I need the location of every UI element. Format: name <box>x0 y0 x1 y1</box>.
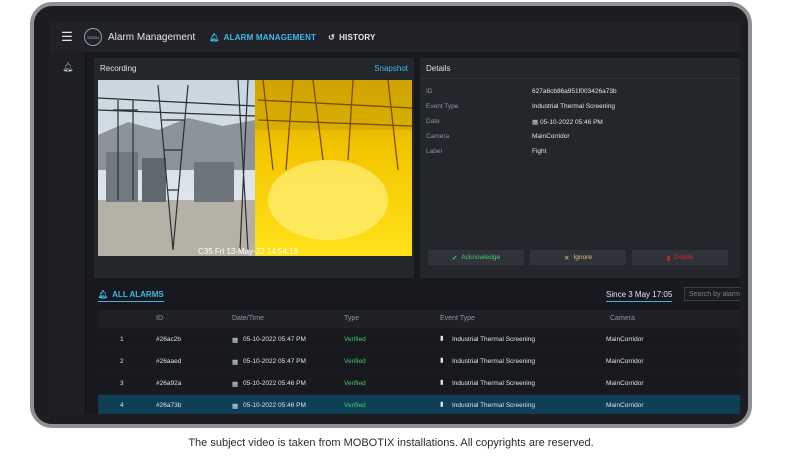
row-camera: MainCorridor <box>606 380 644 387</box>
substation-video-image: C35 Fri 13-May-22 14:54:18 <box>98 80 412 256</box>
detail-value-label: Fight <box>532 148 547 155</box>
recording-panel: Recording Snapshot C35 Fri 13-May-22 14:… <box>94 58 414 278</box>
ignore-label: Ignore <box>573 254 592 261</box>
detail-label-id: ID <box>426 88 433 95</box>
detail-date-text: 05-10-2022 05:46 PM <box>539 119 603 126</box>
all-alarms-tab[interactable]: 🔔︎ ALL ALARMS <box>98 290 164 302</box>
since-filter[interactable]: Since 3 May 17:05 <box>606 290 673 302</box>
row-type: Verified <box>344 358 366 365</box>
all-alarms-label: ALL ALARMS <box>112 290 164 299</box>
detail-value-date: ▦ 05-10-2022 05:46 PM <box>532 118 603 126</box>
table-row-selected[interactable]: 4 #26a73b ▦ 05-10-2022 05:46 PM Verified… <box>98 394 740 414</box>
top-bar: ☰ SOGU Alarm Management 🔔︎ ALARM MANAGEM… <box>50 22 740 52</box>
col-type: Type <box>344 315 360 322</box>
details-title: Details <box>426 64 451 73</box>
detail-label-event-type: Event Type <box>426 103 459 110</box>
fire-icon: ▮ <box>440 401 444 408</box>
col-id: ID <box>156 315 163 322</box>
alarms-header: 🔔︎ ALL ALARMS Since 3 May 17:05 <box>98 286 740 308</box>
video-feed[interactable]: C35 Fri 13-May-22 14:54:18 <box>98 80 412 256</box>
row-event: Industrial Thermal Screening <box>452 402 535 409</box>
calendar-icon: ▦ <box>232 403 239 410</box>
row-camera: MainCorridor <box>606 336 644 343</box>
row-type: Verified <box>344 336 366 343</box>
row-number: 3 <box>120 380 124 387</box>
row-id: #26aaed <box>156 358 182 365</box>
check-icon: ✔ <box>451 254 458 262</box>
nav-history-label: HISTORY <box>339 32 376 42</box>
fire-icon: ▮ <box>440 335 444 342</box>
recording-title: Recording <box>100 64 137 73</box>
app-screen: ☰ SOGU Alarm Management 🔔︎ ALARM MANAGEM… <box>50 22 740 414</box>
row-camera: MainCorridor <box>606 358 644 365</box>
detail-value-id: 627a6cb86a951f003426a73b <box>532 88 617 95</box>
tablet-frame: ☰ SOGU Alarm Management 🔔︎ ALARM MANAGEM… <box>30 2 752 428</box>
logo-text: SOGU <box>87 34 99 40</box>
detail-label-date: Date <box>426 118 440 125</box>
menu-icon[interactable]: ☰ <box>50 29 84 45</box>
row-event: Industrial Thermal Screening <box>452 336 535 343</box>
row-date: 05-10-2022 05:46 PM <box>243 402 306 409</box>
table-row[interactable]: 3 #26a92a ▦ 05-10-2022 05:46 PM Verified… <box>98 372 740 394</box>
trash-icon: ▮ <box>666 254 671 262</box>
detail-label-label: Label <box>426 148 442 155</box>
delete-label: Delete <box>674 254 694 261</box>
acknowledge-label: Acknowledge <box>461 254 501 261</box>
delete-button[interactable]: ▮ Delete <box>632 250 728 265</box>
x-icon: ✕ <box>564 254 570 262</box>
snapshot-link[interactable]: Snapshot <box>374 64 408 73</box>
copyright-caption: The subject video is taken from MOBOTIX … <box>188 437 594 449</box>
logo: SOGU <box>84 28 102 46</box>
alarms-bell-icon: 🔔︎ <box>98 290 109 299</box>
table-header: ID Date/Time Type Event Type Camera <box>98 310 740 328</box>
calendar-icon: ▦ <box>232 381 239 388</box>
app-title: Alarm Management <box>108 31 196 43</box>
calendar-icon: ▦ <box>232 337 239 344</box>
table-row[interactable]: 1 #26ac2b ▦ 05-10-2022 05:47 PM Verified… <box>98 328 740 350</box>
row-event: Industrial Thermal Screening <box>452 380 535 387</box>
calendar-icon: ▦ <box>532 119 539 126</box>
acknowledge-button[interactable]: ✔ Acknowledge <box>428 250 524 265</box>
row-id: #26ac2b <box>156 336 181 343</box>
details-panel: Details ID 627a6cb86a951f003426a73b Even… <box>420 58 740 278</box>
col-datetime: Date/Time <box>232 315 265 322</box>
calendar-icon: ▦ <box>232 359 239 366</box>
row-number: 2 <box>120 358 124 365</box>
history-icon: ↺ <box>328 32 336 42</box>
fire-icon: ▮ <box>440 379 444 386</box>
row-event: Industrial Thermal Screening <box>452 358 535 365</box>
table-row[interactable]: 2 #26aaed ▦ 05-10-2022 05:47 PM Verified… <box>98 350 740 372</box>
video-timestamp: C35 Fri 13-May-22 14:54:18 <box>198 247 299 256</box>
row-date: 05-10-2022 05:46 PM <box>243 380 306 387</box>
details-divider <box>420 78 740 79</box>
detail-value-camera: MainCorridor <box>532 133 570 140</box>
detail-value-event-type: Industrial Thermal Screening <box>532 103 615 110</box>
row-type: Verified <box>344 402 366 409</box>
sidebar: 🔔︎ <box>50 52 86 414</box>
row-number: 1 <box>120 336 124 343</box>
nav-history[interactable]: ↺ HISTORY <box>328 33 375 42</box>
row-id: #26a73b <box>156 402 182 409</box>
row-date: 05-10-2022 05:47 PM <box>243 336 306 343</box>
ignore-button[interactable]: ✕ Ignore <box>530 250 626 265</box>
row-camera: MainCorridor <box>606 402 644 409</box>
search-input[interactable] <box>684 287 740 301</box>
bell-icon: 🔔︎ <box>209 32 220 42</box>
row-number: 4 <box>120 402 124 409</box>
nav-alarm-label: ALARM MANAGEMENT <box>223 32 317 42</box>
row-date: 05-10-2022 05:47 PM <box>243 358 306 365</box>
row-id: #26a92a <box>156 380 182 387</box>
sidebar-bell-icon[interactable]: 🔔︎ <box>62 62 73 73</box>
col-event-type: Event Type <box>440 315 475 322</box>
nav-alarm-management[interactable]: 🔔︎ ALARM MANAGEMENT <box>209 33 316 42</box>
detail-label-camera: Camera <box>426 133 450 140</box>
fire-icon: ▮ <box>440 357 444 364</box>
row-type: Verified <box>344 380 366 387</box>
col-camera: Camera <box>610 315 635 322</box>
